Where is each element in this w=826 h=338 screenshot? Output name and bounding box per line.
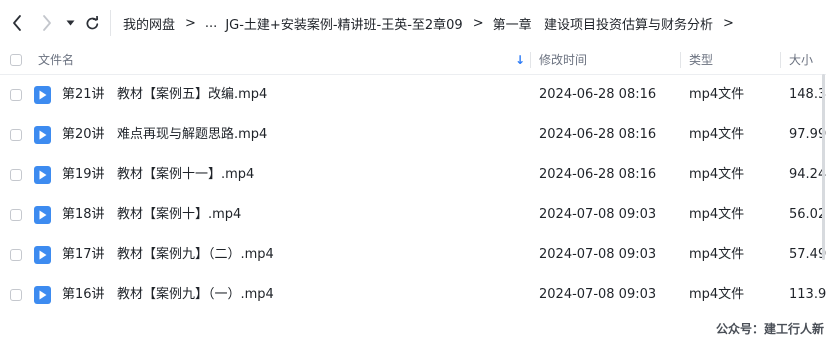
forward-button[interactable] [36, 12, 58, 34]
video-file-icon [34, 206, 51, 224]
breadcrumb-course-folder[interactable]: JG-土建+安装案例-精讲班-王英-至2章09 [225, 14, 462, 33]
breadcrumb-chapter-folder[interactable]: 第一章 建设项目投资估算与财务分析 [493, 14, 713, 33]
column-header-modified[interactable]: 修改时间 [539, 46, 587, 74]
column-header-name[interactable]: 文件名 [38, 46, 74, 74]
file-type: mp4文件 [689, 207, 745, 222]
column-divider[interactable] [780, 52, 781, 68]
arrow-down-icon[interactable]: ↓ [515, 53, 525, 67]
file-modified: 2024-06-28 08:16 [539, 167, 657, 182]
file-modified: 2024-07-08 09:03 [539, 287, 657, 302]
refresh-icon [85, 15, 100, 31]
chevron-left-icon [11, 14, 23, 32]
file-size: 148.35 [789, 87, 826, 102]
file-name[interactable]: 第19讲 教材【案例十一】.mp4 [62, 155, 254, 195]
file-modified: 2024-06-28 08:16 [539, 87, 657, 102]
file-type: mp4文件 [689, 167, 745, 182]
table-row[interactable]: 第17讲 教材【案例九】（二）.mp4 2024-07-08 09:03 mp4文件… [0, 235, 826, 275]
video-file-icon [34, 286, 51, 304]
file-name[interactable]: 第17讲 教材【案例九】（二）.mp4 [62, 235, 274, 275]
back-button[interactable] [6, 12, 28, 34]
row-checkbox[interactable] [10, 289, 22, 301]
breadcrumb-separator: > [472, 15, 484, 31]
video-file-icon [34, 246, 51, 264]
video-file-icon [34, 86, 51, 104]
breadcrumb-separator: > [185, 15, 196, 31]
file-name[interactable]: 第20讲 难点再现与解题思路.mp4 [62, 115, 267, 155]
file-size: 97.99M [789, 127, 826, 142]
file-name[interactable]: 第16讲 教材【案例九】（一）.mp4 [62, 275, 274, 315]
column-header-size[interactable]: 大小 [789, 46, 813, 74]
video-file-icon [34, 166, 51, 184]
chevron-right-icon [41, 14, 53, 32]
file-size: 94.24M [789, 167, 826, 182]
row-checkbox[interactable] [10, 249, 22, 261]
history-dropdown[interactable] [63, 12, 77, 34]
toolbar-divider [110, 10, 111, 36]
table-header: 文件名 ↓ 修改时间 类型 大小 [0, 46, 826, 75]
row-checkbox[interactable] [10, 129, 22, 141]
file-modified: 2024-06-28 08:16 [539, 127, 657, 142]
vertical-scrollbar[interactable] [822, 74, 825, 260]
table-row[interactable]: 第16讲 教材【案例九】（一）.mp4 2024-07-08 09:03 mp4文件… [0, 275, 826, 315]
file-type: mp4文件 [689, 247, 745, 262]
file-size: 56.02M [789, 207, 826, 222]
file-size: 57.49M [789, 247, 826, 262]
row-checkbox[interactable] [10, 89, 22, 101]
caret-down-icon [66, 19, 75, 27]
table-row[interactable]: 第19讲 教材【案例十一】.mp4 2024-06-28 08:16 mp4文件 94… [0, 155, 826, 195]
table-row[interactable]: 第18讲 教材【案例十】.mp4 2024-07-08 09:03 mp4文件 56.… [0, 195, 826, 235]
file-modified: 2024-07-08 09:03 [539, 207, 657, 222]
table-row[interactable]: 第20讲 难点再现与解题思路.mp4 2024-06-28 08:16 mp4文件 9… [0, 115, 826, 155]
file-type: mp4文件 [689, 287, 745, 302]
row-checkbox[interactable] [10, 169, 22, 181]
toolbar: 我的网盘 > ... JG-土建+安装案例-精讲班-王英-至2章09 > 第一章… [0, 0, 826, 46]
watermark-text: 公众号：建工行人新 [715, 322, 824, 336]
breadcrumb-separator: > [723, 15, 734, 31]
video-file-icon [34, 126, 51, 144]
column-header-type[interactable]: 类型 [689, 46, 713, 74]
breadcrumb-root[interactable]: 我的网盘 [123, 14, 175, 33]
file-type: mp4文件 [689, 127, 745, 142]
breadcrumb-ellipsis[interactable]: ... [205, 16, 217, 31]
file-name[interactable]: 第18讲 教材【案例十】.mp4 [62, 195, 241, 235]
breadcrumb: 我的网盘 > ... JG-土建+安装案例-精讲班-王英-至2章09 > 第一章… [123, 0, 743, 46]
table-row[interactable]: 第21讲 教材【案例五】改编.mp4 2024-06-28 08:16 mp4文件 1… [0, 75, 826, 115]
file-size: 113.96 [789, 287, 826, 302]
file-type: mp4文件 [689, 87, 745, 102]
file-modified: 2024-07-08 09:03 [539, 247, 657, 262]
row-checkbox[interactable] [10, 209, 22, 221]
column-divider[interactable] [680, 52, 681, 68]
column-divider[interactable] [530, 52, 531, 68]
refresh-button[interactable] [82, 12, 102, 34]
file-name[interactable]: 第21讲 教材【案例五】改编.mp4 [62, 75, 267, 115]
select-all-checkbox[interactable] [10, 54, 22, 66]
